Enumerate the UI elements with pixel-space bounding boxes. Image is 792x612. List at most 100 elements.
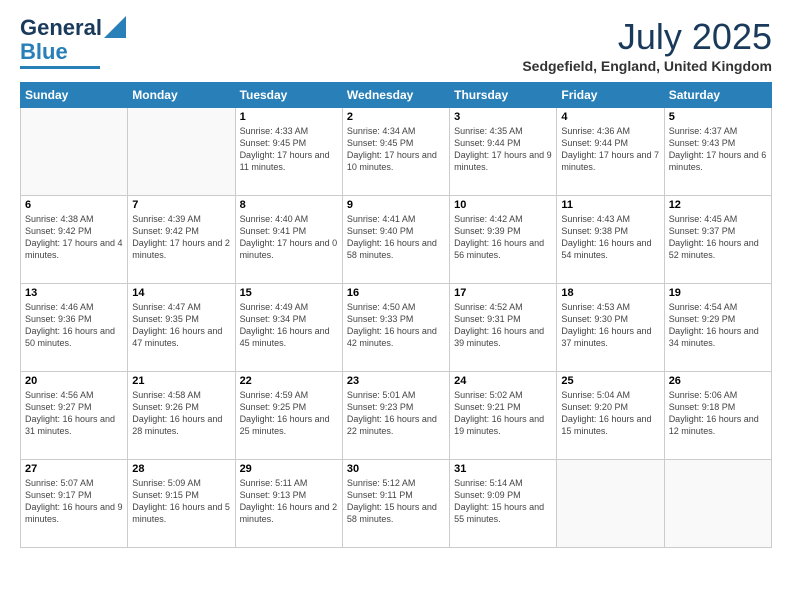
day-info: Sunrise: 4:49 AM Sunset: 9:34 PM Dayligh… bbox=[240, 301, 338, 350]
day-number: 18 bbox=[561, 287, 659, 299]
col-sunday: Sunday bbox=[21, 83, 128, 108]
calendar-cell: 15 Sunrise: 4:49 AM Sunset: 9:34 PM Dayli… bbox=[235, 284, 342, 372]
day-number: 19 bbox=[669, 287, 767, 299]
logo-text: GeneralBlue bbox=[20, 16, 102, 64]
day-number: 15 bbox=[240, 287, 338, 299]
col-tuesday: Tuesday bbox=[235, 83, 342, 108]
day-number: 31 bbox=[454, 463, 552, 475]
calendar-cell: 19 Sunrise: 4:54 AM Sunset: 9:29 PM Dayli… bbox=[664, 284, 771, 372]
calendar-cell: 10Sunrise: 4:42 AM Sunset: 9:39 PM Dayli… bbox=[450, 196, 557, 284]
day-number: 23 bbox=[347, 375, 445, 387]
calendar-cell: 14Sunrise: 4:47 AM Sunset: 9:35 PM Dayli… bbox=[128, 284, 235, 372]
calendar-cell: 13 Sunrise: 4:46 AM Sunset: 9:36 PM Dayli… bbox=[21, 284, 128, 372]
calendar-cell: 12Sunrise: 4:45 AM Sunset: 9:37 PM Dayli… bbox=[664, 196, 771, 284]
day-number: 10 bbox=[454, 199, 552, 211]
day-number: 22 bbox=[240, 375, 338, 387]
day-number: 17 bbox=[454, 287, 552, 299]
day-number: 27 bbox=[25, 463, 123, 475]
day-info: Sunrise: 4:59 AM Sunset: 9:25 PM Dayligh… bbox=[240, 389, 338, 438]
day-info: Sunrise: 4:43 AM Sunset: 9:38 PM Dayligh… bbox=[561, 213, 659, 262]
day-info: Sunrise: 5:11 AM Sunset: 9:13 PM Dayligh… bbox=[240, 477, 338, 526]
calendar-week-2: 6 Sunrise: 4:38 AM Sunset: 9:42 PM Daylig… bbox=[21, 196, 772, 284]
col-friday: Friday bbox=[557, 83, 664, 108]
day-number: 8 bbox=[240, 199, 338, 211]
calendar-cell: 24 Sunrise: 5:02 AM Sunset: 9:21 PM Dayli… bbox=[450, 372, 557, 460]
title-block: July 2025 Sedgefield, England, United Ki… bbox=[522, 16, 772, 74]
calendar-cell: 30 Sunrise: 5:12 AM Sunset: 9:11 PM Dayli… bbox=[342, 460, 449, 548]
day-info: Sunrise: 5:07 AM Sunset: 9:17 PM Dayligh… bbox=[25, 477, 123, 526]
calendar-cell bbox=[664, 460, 771, 548]
day-number: 14 bbox=[132, 287, 230, 299]
calendar-cell: 18 Sunrise: 4:53 AM Sunset: 9:30 PM Dayli… bbox=[557, 284, 664, 372]
day-info: Sunrise: 4:50 AM Sunset: 9:33 PM Dayligh… bbox=[347, 301, 445, 350]
calendar-body: 1Sunrise: 4:33 AM Sunset: 9:45 PM Daylig… bbox=[21, 108, 772, 548]
day-info: Sunrise: 5:09 AM Sunset: 9:15 PM Dayligh… bbox=[132, 477, 230, 526]
day-number: 24 bbox=[454, 375, 552, 387]
day-info: Sunrise: 4:40 AM Sunset: 9:41 PM Dayligh… bbox=[240, 213, 338, 262]
day-number: 20 bbox=[25, 375, 123, 387]
calendar-cell: 11 Sunrise: 4:43 AM Sunset: 9:38 PM Dayli… bbox=[557, 196, 664, 284]
col-thursday: Thursday bbox=[450, 83, 557, 108]
page: GeneralBlue July 2025 Sedgefield, Englan… bbox=[0, 0, 792, 612]
day-number: 16 bbox=[347, 287, 445, 299]
calendar-week-1: 1Sunrise: 4:33 AM Sunset: 9:45 PM Daylig… bbox=[21, 108, 772, 196]
day-info: Sunrise: 4:46 AM Sunset: 9:36 PM Dayligh… bbox=[25, 301, 123, 350]
day-number: 11 bbox=[561, 199, 659, 211]
day-number: 26 bbox=[669, 375, 767, 387]
day-info: Sunrise: 4:38 AM Sunset: 9:42 PM Dayligh… bbox=[25, 213, 123, 262]
calendar-cell: 26 Sunrise: 5:06 AM Sunset: 9:18 PM Dayli… bbox=[664, 372, 771, 460]
day-number: 6 bbox=[25, 199, 123, 211]
day-info: Sunrise: 5:01 AM Sunset: 9:23 PM Dayligh… bbox=[347, 389, 445, 438]
day-info: Sunrise: 4:52 AM Sunset: 9:31 PM Dayligh… bbox=[454, 301, 552, 350]
calendar-cell: 6 Sunrise: 4:38 AM Sunset: 9:42 PM Daylig… bbox=[21, 196, 128, 284]
day-info: Sunrise: 4:34 AM Sunset: 9:45 PM Dayligh… bbox=[347, 125, 445, 174]
calendar-cell: 4 Sunrise: 4:36 AM Sunset: 9:44 PM Daylig… bbox=[557, 108, 664, 196]
day-number: 4 bbox=[561, 111, 659, 123]
calendar-cell: 23 Sunrise: 5:01 AM Sunset: 9:23 PM Dayli… bbox=[342, 372, 449, 460]
calendar-cell: 2 Sunrise: 4:34 AM Sunset: 9:45 PM Daylig… bbox=[342, 108, 449, 196]
calendar-week-3: 13 Sunrise: 4:46 AM Sunset: 9:36 PM Dayli… bbox=[21, 284, 772, 372]
day-info: Sunrise: 4:41 AM Sunset: 9:40 PM Dayligh… bbox=[347, 213, 445, 262]
day-number: 1 bbox=[240, 111, 338, 123]
calendar-table: Sunday Monday Tuesday Wednesday Thursday… bbox=[20, 82, 772, 548]
day-info: Sunrise: 4:53 AM Sunset: 9:30 PM Dayligh… bbox=[561, 301, 659, 350]
day-info: Sunrise: 5:04 AM Sunset: 9:20 PM Dayligh… bbox=[561, 389, 659, 438]
day-number: 13 bbox=[25, 287, 123, 299]
day-number: 21 bbox=[132, 375, 230, 387]
calendar-cell: 21 Sunrise: 4:58 AM Sunset: 9:26 PM Dayli… bbox=[128, 372, 235, 460]
day-number: 25 bbox=[561, 375, 659, 387]
day-info: Sunrise: 4:37 AM Sunset: 9:43 PM Dayligh… bbox=[669, 125, 767, 174]
calendar-cell: 27 Sunrise: 5:07 AM Sunset: 9:17 PM Dayli… bbox=[21, 460, 128, 548]
day-info: Sunrise: 5:02 AM Sunset: 9:21 PM Dayligh… bbox=[454, 389, 552, 438]
calendar-cell bbox=[21, 108, 128, 196]
calendar-week-4: 20 Sunrise: 4:56 AM Sunset: 9:27 PM Dayli… bbox=[21, 372, 772, 460]
calendar-cell: 28Sunrise: 5:09 AM Sunset: 9:15 PM Dayli… bbox=[128, 460, 235, 548]
calendar-cell bbox=[557, 460, 664, 548]
calendar-cell: 22 Sunrise: 4:59 AM Sunset: 9:25 PM Dayli… bbox=[235, 372, 342, 460]
day-number: 2 bbox=[347, 111, 445, 123]
calendar-cell: 20 Sunrise: 4:56 AM Sunset: 9:27 PM Dayli… bbox=[21, 372, 128, 460]
day-info: Sunrise: 4:36 AM Sunset: 9:44 PM Dayligh… bbox=[561, 125, 659, 174]
day-info: Sunrise: 4:39 AM Sunset: 9:42 PM Dayligh… bbox=[132, 213, 230, 262]
calendar-cell: 31Sunrise: 5:14 AM Sunset: 9:09 PM Dayli… bbox=[450, 460, 557, 548]
calendar-cell: 16 Sunrise: 4:50 AM Sunset: 9:33 PM Dayli… bbox=[342, 284, 449, 372]
calendar-cell bbox=[128, 108, 235, 196]
calendar-cell: 3 Sunrise: 4:35 AM Sunset: 9:44 PM Daylig… bbox=[450, 108, 557, 196]
calendar-cell: 9Sunrise: 4:41 AM Sunset: 9:40 PM Daylig… bbox=[342, 196, 449, 284]
calendar-cell: 5Sunrise: 4:37 AM Sunset: 9:43 PM Daylig… bbox=[664, 108, 771, 196]
calendar-cell: 7 Sunrise: 4:39 AM Sunset: 9:42 PM Daylig… bbox=[128, 196, 235, 284]
calendar-cell: 29 Sunrise: 5:11 AM Sunset: 9:13 PM Dayli… bbox=[235, 460, 342, 548]
day-info: Sunrise: 4:56 AM Sunset: 9:27 PM Dayligh… bbox=[25, 389, 123, 438]
day-number: 7 bbox=[132, 199, 230, 211]
calendar-cell: 17 Sunrise: 4:52 AM Sunset: 9:31 PM Dayli… bbox=[450, 284, 557, 372]
day-info: Sunrise: 4:45 AM Sunset: 9:37 PM Dayligh… bbox=[669, 213, 767, 262]
day-info: Sunrise: 5:06 AM Sunset: 9:18 PM Dayligh… bbox=[669, 389, 767, 438]
col-wednesday: Wednesday bbox=[342, 83, 449, 108]
day-info: Sunrise: 4:35 AM Sunset: 9:44 PM Dayligh… bbox=[454, 125, 552, 174]
day-number: 30 bbox=[347, 463, 445, 475]
day-info: Sunrise: 5:12 AM Sunset: 9:11 PM Dayligh… bbox=[347, 477, 445, 526]
day-info: Sunrise: 4:54 AM Sunset: 9:29 PM Dayligh… bbox=[669, 301, 767, 350]
day-number: 29 bbox=[240, 463, 338, 475]
day-info: Sunrise: 4:58 AM Sunset: 9:26 PM Dayligh… bbox=[132, 389, 230, 438]
day-number: 3 bbox=[454, 111, 552, 123]
